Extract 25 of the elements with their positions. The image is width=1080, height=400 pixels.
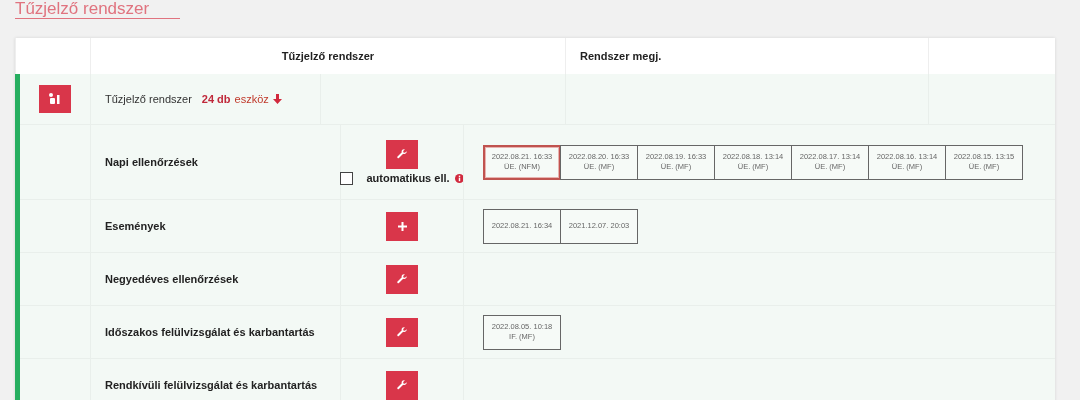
wrench-icon [397, 149, 407, 159]
maintenance-button[interactable] [386, 370, 418, 400]
plus-icon [397, 221, 407, 231]
check-type-label: Események [105, 220, 166, 232]
check-type-label: Időszakos felülvizsgálat és karbantartás [105, 326, 315, 338]
checkbox-label: automatikus ell. [366, 172, 450, 184]
checkbox[interactable] [340, 171, 354, 185]
info-icon [454, 173, 464, 183]
maintenance-button[interactable] [386, 139, 418, 169]
column-header: Tűzjelző rendszer [281, 50, 375, 62]
wrench-icon [397, 327, 407, 337]
maintenance-button[interactable] [386, 317, 418, 347]
page-title: Tűzjelző rendszer [15, 0, 180, 19]
maintenance-button[interactable] [386, 264, 418, 294]
group-name: Tűzjelző rendszer [105, 93, 192, 105]
column-header: Rendszer megj. [580, 50, 662, 62]
wrench-icon [397, 380, 407, 390]
tools-button[interactable] [39, 85, 71, 113]
check-type-label: Negyedéves ellenőrzések [105, 273, 239, 285]
add-button[interactable] [386, 211, 418, 241]
check-type-label: Napi ellenőrzések [105, 156, 198, 168]
device-count-link[interactable]: 24 db eszköz [201, 93, 282, 105]
tools-icon [49, 93, 61, 105]
wrench-icon [397, 274, 407, 284]
check-type-label: Rendkívüli felülvizsgálat és karbantartás [105, 379, 318, 391]
